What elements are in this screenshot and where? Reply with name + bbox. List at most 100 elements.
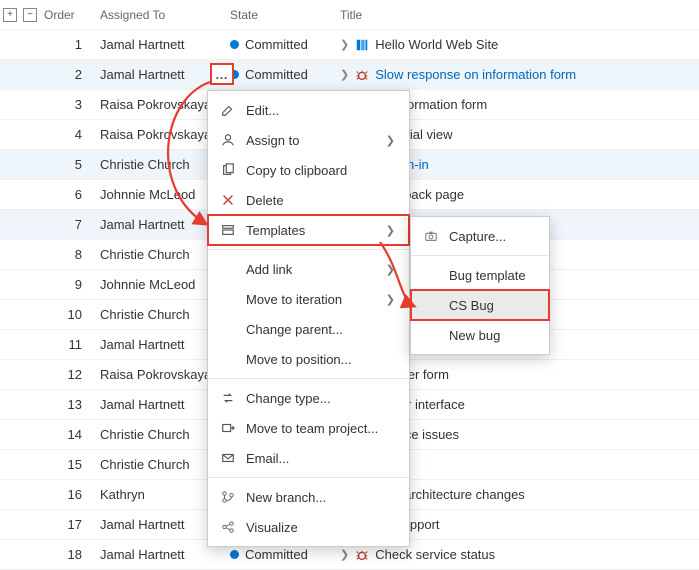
delete-icon <box>220 193 236 207</box>
cell-order: 7 <box>40 217 100 232</box>
menu-item-label: New branch... <box>246 490 326 505</box>
title-text[interactable]: Slow response on information form <box>375 67 576 82</box>
menu-item-label: CS Bug <box>449 298 494 313</box>
menu-move-position[interactable]: Move to position... <box>208 344 409 374</box>
menu-delete[interactable]: Delete <box>208 185 409 215</box>
menu-item-label: New bug <box>449 328 500 343</box>
menu-move-team[interactable]: Move to team project... <box>208 413 409 443</box>
cell-order: 16 <box>40 487 100 502</box>
branch-icon <box>220 490 236 504</box>
visualize-icon <box>220 520 236 534</box>
menu-separator <box>208 378 409 379</box>
menu-item-label: Edit... <box>246 103 279 118</box>
chevron-right-icon: ❯ <box>340 548 349 561</box>
menu-change-parent[interactable]: Change parent... <box>208 314 409 344</box>
menu-item-label: Capture... <box>449 229 506 244</box>
submenu-bug-template[interactable]: Bug template <box>411 260 549 290</box>
state-label: Committed <box>245 547 308 562</box>
menu-item-label: Templates <box>246 223 305 238</box>
title-text: Hello World Web Site <box>375 37 498 52</box>
cell-order: 11 <box>40 337 100 352</box>
cell-order: 14 <box>40 427 100 442</box>
expand-all-icon[interactable]: + <box>3 8 17 22</box>
chevron-right-icon: ❯ <box>340 38 349 51</box>
email-icon <box>220 451 236 465</box>
cell-title: ❯ Check service status <box>340 547 699 562</box>
cell-state: Committed <box>230 67 340 82</box>
col-title[interactable]: Title <box>340 8 699 22</box>
menu-copy[interactable]: Copy to clipboard <box>208 155 409 185</box>
chevron-right-icon: ❯ <box>386 293 395 306</box>
templates-submenu: Capture... Bug template CS Bug New bug <box>410 216 550 355</box>
book-icon <box>355 38 369 52</box>
cell-order: 10 <box>40 307 100 322</box>
col-assigned[interactable]: Assigned To <box>100 8 230 22</box>
cell-state: Committed <box>230 37 340 52</box>
cell-state: Committed <box>230 547 340 562</box>
chevron-right-icon: ❯ <box>386 224 395 237</box>
table-row[interactable]: 2Jamal HartnettCommitted❯Slow response o… <box>0 60 699 90</box>
menu-item-label: Move to position... <box>246 352 352 367</box>
menu-separator <box>208 249 409 250</box>
cell-order: 4 <box>40 127 100 142</box>
table-header: + − Order Assigned To State Title <box>0 0 699 30</box>
collapse-all-icon[interactable]: − <box>23 8 37 22</box>
state-label: Committed <box>245 67 308 82</box>
menu-templates[interactable]: Templates ❯ <box>208 215 409 245</box>
chevron-right-icon: ❯ <box>340 68 349 81</box>
cell-order: 9 <box>40 277 100 292</box>
submenu-new-bug[interactable]: New bug <box>411 320 549 350</box>
cell-order: 3 <box>40 97 100 112</box>
table-row[interactable]: 1Jamal HartnettCommitted❯ Hello World Web… <box>0 30 699 60</box>
menu-item-label: Move to iteration <box>246 292 342 307</box>
cell-assigned: Jamal Hartnett <box>100 37 230 52</box>
menu-email[interactable]: Email... <box>208 443 409 473</box>
menu-item-label: Visualize <box>246 520 298 535</box>
cell-assigned: Jamal Hartnett <box>100 547 230 562</box>
submenu-capture[interactable]: Capture... <box>411 221 549 251</box>
cell-order: 17 <box>40 517 100 532</box>
menu-item-label: Move to team project... <box>246 421 378 436</box>
context-menu: Edit... Assign to ❯ Copy to clipboard De… <box>207 90 410 547</box>
camera-icon <box>423 229 439 243</box>
menu-separator <box>411 255 549 256</box>
menu-item-label: Assign to <box>246 133 299 148</box>
templates-icon <box>220 223 236 237</box>
col-state[interactable]: State <box>230 8 340 22</box>
cell-order: 8 <box>40 247 100 262</box>
menu-change-type[interactable]: Change type... <box>208 383 409 413</box>
chevron-right-icon: ❯ <box>386 134 395 147</box>
title-text: Check service status <box>375 547 495 562</box>
chevron-right-icon: ❯ <box>386 263 395 276</box>
pencil-icon <box>220 103 236 117</box>
state-dot-icon <box>230 40 239 49</box>
more-actions-button[interactable]: … <box>211 64 233 84</box>
menu-visualize[interactable]: Visualize <box>208 512 409 542</box>
menu-item-label: Copy to clipboard <box>246 163 347 178</box>
col-order[interactable]: Order <box>40 8 100 22</box>
bug-icon <box>355 548 369 562</box>
change-type-icon <box>220 391 236 405</box>
cell-order: 12 <box>40 367 100 382</box>
cell-order: 13 <box>40 397 100 412</box>
cell-order: 1 <box>40 37 100 52</box>
person-icon <box>220 133 236 147</box>
menu-add-link[interactable]: Add link ❯ <box>208 254 409 284</box>
menu-item-label: Delete <box>246 193 284 208</box>
menu-item-label: Change type... <box>246 391 331 406</box>
cell-title: ❯ Slow response on information form <box>340 67 699 82</box>
state-dot-icon <box>230 550 239 559</box>
menu-edit[interactable]: Edit... <box>208 95 409 125</box>
submenu-cs-bug[interactable]: CS Bug <box>411 290 549 320</box>
menu-item-label: Add link <box>246 262 292 277</box>
menu-item-label: Change parent... <box>246 322 343 337</box>
copy-icon <box>220 163 236 177</box>
menu-separator <box>208 477 409 478</box>
menu-move-iteration[interactable]: Move to iteration ❯ <box>208 284 409 314</box>
menu-new-branch[interactable]: New branch... <box>208 482 409 512</box>
cell-order: 2 <box>40 67 100 82</box>
cell-order: 5 <box>40 157 100 172</box>
bug-icon <box>355 68 369 82</box>
menu-assign-to[interactable]: Assign to ❯ <box>208 125 409 155</box>
cell-order: 6 <box>40 187 100 202</box>
